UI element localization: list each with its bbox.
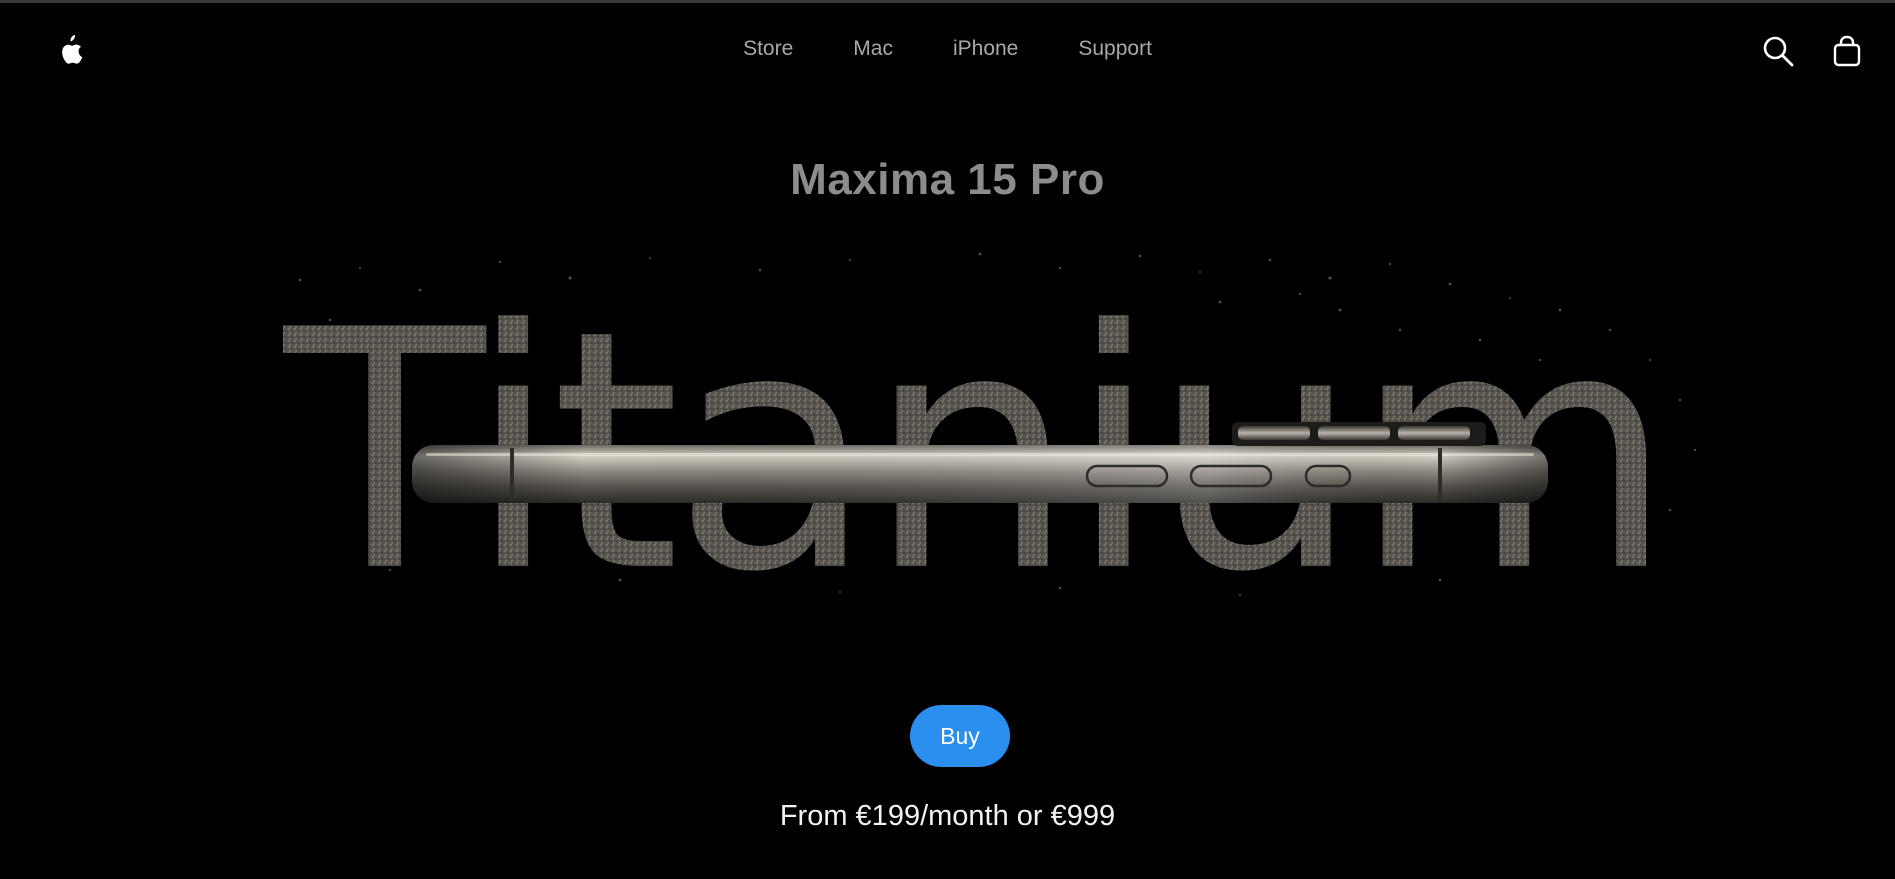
hero-titanium-image: Titanium (240, 250, 1720, 644)
buy-button[interactable]: Buy (910, 705, 1010, 767)
page: Store Mac iPhone Support Maxima 15 Pro B… (0, 0, 1895, 879)
search-icon[interactable] (1761, 34, 1795, 68)
nav-link-iphone[interactable]: iPhone (923, 3, 1048, 95)
nav-link-mac[interactable]: Mac (823, 3, 923, 95)
nav-links: Store Mac iPhone Support (0, 3, 1895, 95)
shopping-bag-icon[interactable] (1830, 34, 1864, 68)
nav-link-support[interactable]: Support (1048, 3, 1182, 95)
product-title: Maxima 15 Pro (790, 155, 1105, 204)
price-text: From €199/month or €999 (779, 800, 1116, 832)
nav-link-store[interactable]: Store (713, 3, 823, 95)
global-nav: Store Mac iPhone Support (0, 3, 1895, 95)
